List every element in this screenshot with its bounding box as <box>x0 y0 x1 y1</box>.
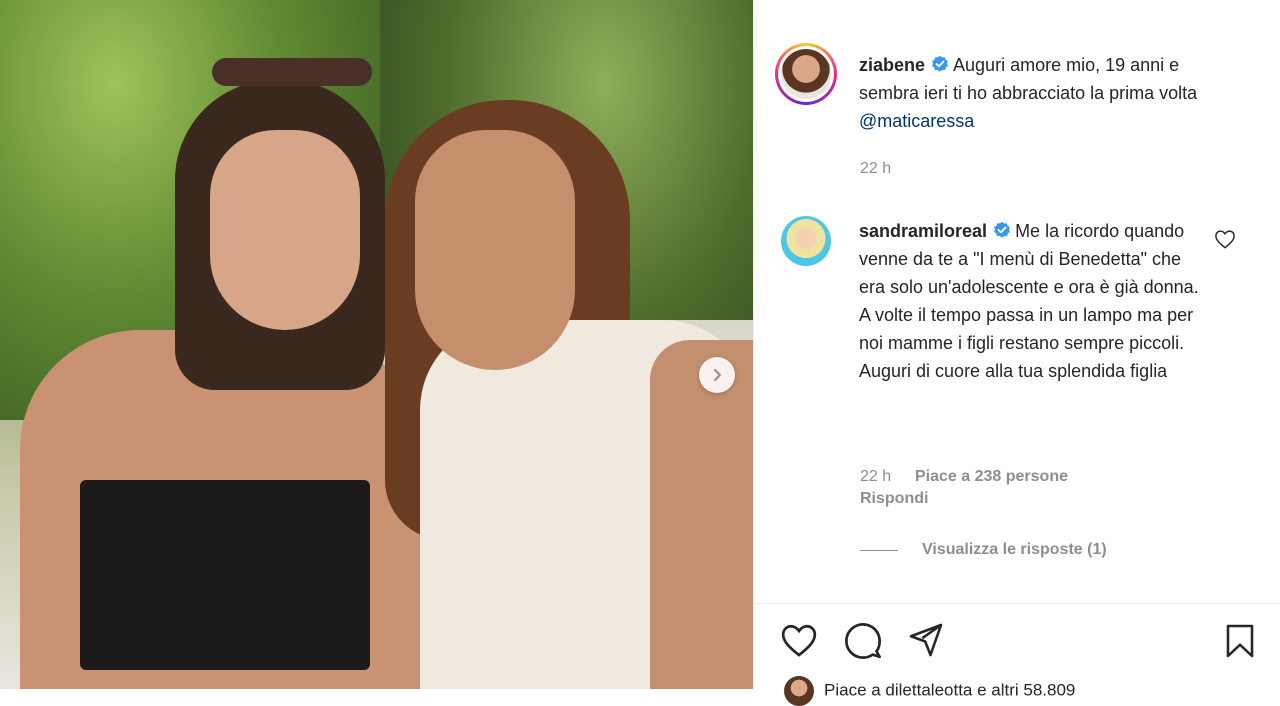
caption-timestamp[interactable]: 22 h <box>860 160 891 178</box>
verified-badge-icon <box>994 221 1011 238</box>
post-photo[interactable] <box>0 0 753 689</box>
comment-reply-button[interactable]: Rispondi <box>860 490 928 508</box>
post-caption: ziabene Auguri amore mio, 19 anni e sembr… <box>859 51 1234 135</box>
likes-summary-text: Piace a dilettaleotta e altri 58.809 <box>824 680 1076 700</box>
comment-text: Me la ricordo quando venne da te a "I me… <box>859 221 1199 381</box>
liker-avatar <box>784 676 814 706</box>
share-icon[interactable] <box>907 622 945 658</box>
commenter-avatar[interactable] <box>781 216 831 266</box>
bookmark-icon[interactable] <box>1222 622 1258 660</box>
verified-badge-icon <box>932 55 949 72</box>
photo-sunglasses <box>212 58 372 86</box>
replies-divider-line <box>860 550 898 551</box>
author-username[interactable]: ziabene <box>859 55 925 75</box>
comment-timestamp[interactable]: 22 h <box>860 468 891 486</box>
comment-icon[interactable] <box>844 622 882 660</box>
next-photo-button[interactable] <box>699 357 735 393</box>
view-replies-button[interactable]: Visualizza le risposte (1) <box>922 541 1107 559</box>
author-avatar-image <box>781 49 831 99</box>
chevron-right-icon <box>714 369 721 381</box>
photo-person-right-arm <box>650 340 753 689</box>
likes-summary[interactable]: Piace a dilettaleotta e altri 58.809 <box>784 676 1075 706</box>
photo-black-top <box>80 480 370 670</box>
heart-icon[interactable] <box>780 622 818 658</box>
comment-body: sandramiloreal Me la ricordo quando venne… <box>859 217 1204 385</box>
photo-person-right-face <box>415 130 575 370</box>
commenter-username[interactable]: sandramiloreal <box>859 221 987 241</box>
comment-likes-count[interactable]: Piace a 238 persone <box>915 468 1068 486</box>
author-avatar[interactable] <box>775 43 837 105</box>
caption-mention-link[interactable]: @maticaressa <box>859 111 974 131</box>
post-side-panel: ziabene Auguri amore mio, 19 anni e sembr… <box>753 0 1280 706</box>
comment-like-heart-icon[interactable] <box>1214 229 1236 249</box>
photo-person-left-face <box>210 130 360 330</box>
